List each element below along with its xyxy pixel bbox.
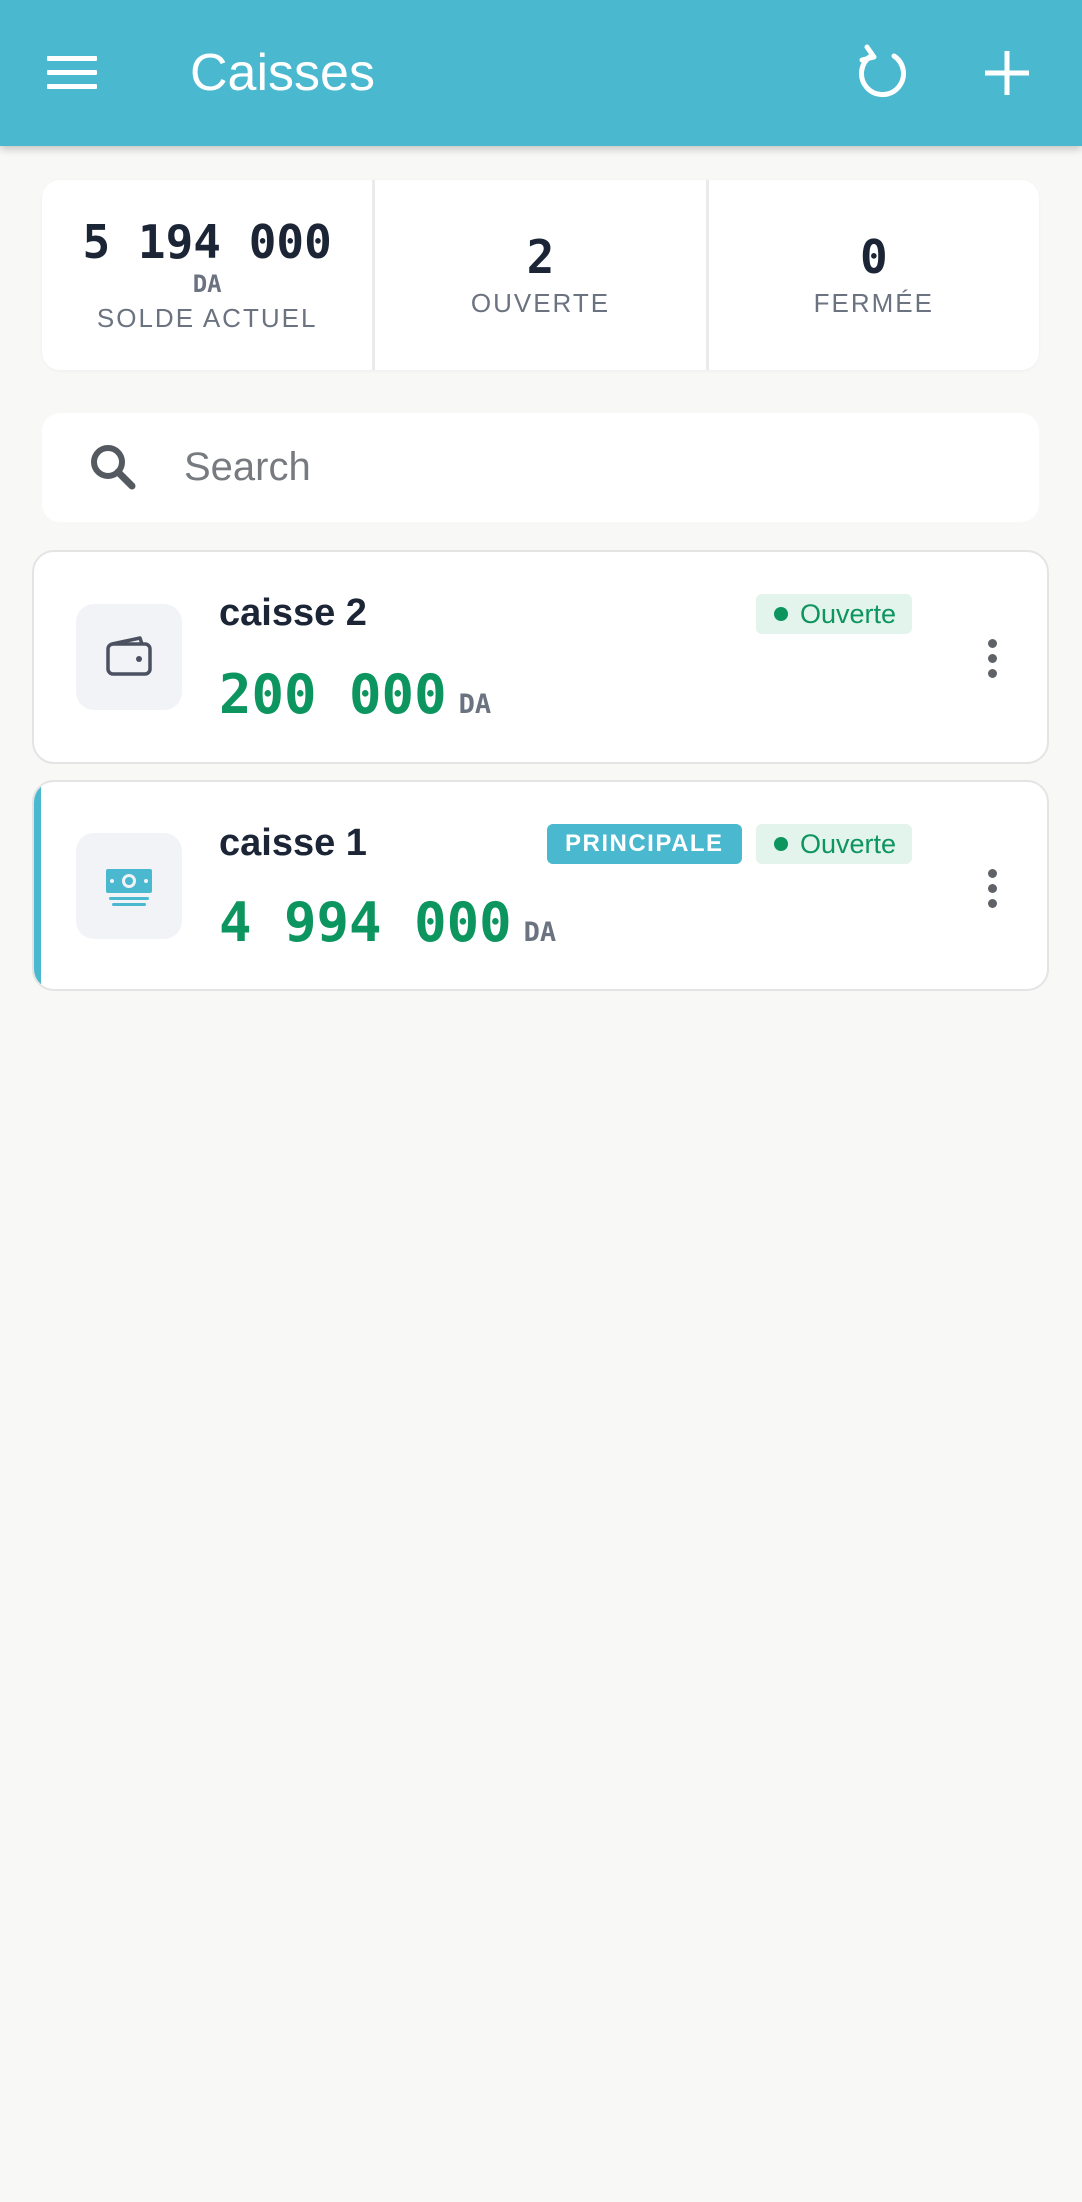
wallet-icon (106, 636, 152, 676)
principal-badge: PRINCIPALE (547, 824, 742, 864)
status-badge: Ouverte (756, 594, 913, 634)
refresh-button[interactable] (837, 28, 927, 118)
stat-label: SOLDE ACTUEL (96, 303, 318, 333)
menu-button[interactable] (28, 28, 118, 118)
status-label: Ouverte (800, 598, 897, 629)
status-dot-icon (774, 837, 788, 851)
menu-icon (47, 56, 97, 89)
more-options-button[interactable] (977, 858, 1007, 918)
caisse-icon-box (76, 833, 182, 939)
status-label: Ouverte (800, 828, 897, 859)
caisse-amount: 200 000 DA (219, 664, 491, 736)
caisse-icon-box (76, 604, 182, 710)
stat-label: FERMÉE (813, 288, 934, 318)
add-caisse-button[interactable] (962, 28, 1052, 118)
amount-currency: DA (523, 917, 557, 948)
caisse-name: caisse 2 (219, 592, 367, 634)
app-bar: Caisses (0, 0, 1082, 146)
amount-value: 200 000 (219, 663, 447, 726)
stat-closed: 0 FERMÉE (709, 180, 1039, 370)
caisse-card[interactable]: caisse 1 PRINCIPALE Ouverte 4 994 000 DA (32, 780, 1049, 991)
more-vert-icon (987, 868, 997, 878)
caisse-card[interactable]: caisse 2 Ouverte 200 000 DA (32, 550, 1049, 764)
stat-label: OUVERTE (470, 288, 611, 318)
amount-currency: DA (458, 689, 492, 720)
caisse-name: caisse 1 (219, 822, 367, 864)
search-bar[interactable] (42, 413, 1039, 522)
refresh-icon (859, 44, 906, 97)
stat-value: 2 (526, 230, 555, 284)
amount-value: 4 994 000 (219, 891, 512, 954)
stats-summary: 5 194 000 DA SOLDE ACTUEL 2 OUVERTE 0 FE… (42, 180, 1039, 370)
search-input[interactable] (184, 445, 984, 490)
status-badge: Ouverte (756, 824, 913, 864)
caisse-amount: 4 994 000 DA (219, 892, 556, 964)
more-vert-icon (987, 638, 997, 648)
page-title: Caisses (190, 44, 375, 102)
plus-icon (985, 51, 1029, 95)
stat-unit: DA (192, 270, 222, 298)
stat-value: 0 (859, 230, 888, 284)
stat-open: 2 OUVERTE (375, 180, 709, 370)
more-options-button[interactable] (977, 628, 1007, 688)
stat-value: 5 194 000 (82, 215, 332, 269)
search-icon (91, 444, 136, 489)
stat-current-balance: 5 194 000 DA SOLDE ACTUEL (42, 180, 376, 370)
banknote-icon (106, 869, 152, 906)
status-dot-icon (774, 607, 788, 621)
